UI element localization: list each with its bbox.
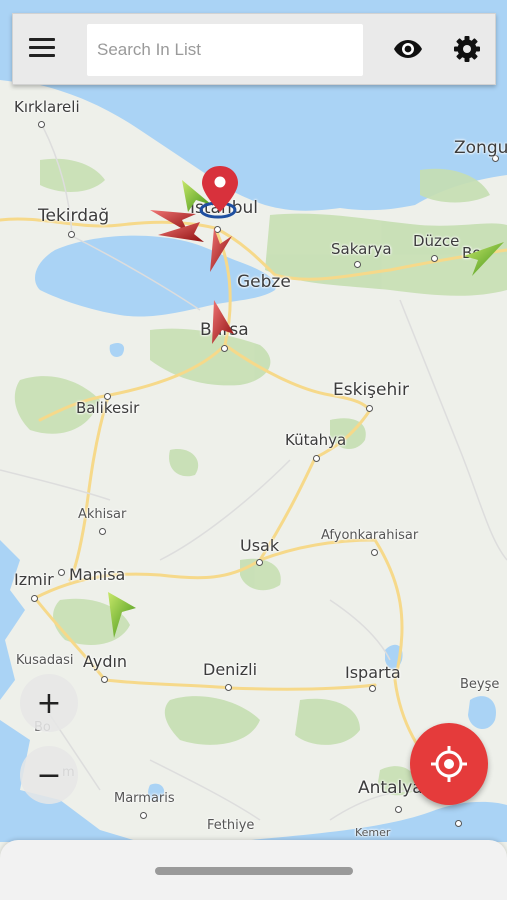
zoom-in-button[interactable]: + — [20, 674, 78, 732]
city-label-kusadasi: Kusadasi — [16, 653, 74, 668]
hamburger-menu-icon[interactable] — [29, 38, 55, 60]
city-dot — [58, 569, 65, 576]
city-label-fethiye: Fethiye — [207, 818, 255, 833]
city-dot — [99, 528, 106, 535]
city-label-izmir: Izmir — [14, 570, 54, 589]
city-dot — [225, 684, 232, 691]
city-label-kirklareli: Kırklareli — [14, 98, 80, 116]
city-label-balikesir: Balikesir — [76, 399, 140, 417]
gear-icon[interactable] — [453, 35, 481, 63]
city-dot — [256, 559, 263, 566]
city-dot — [140, 812, 147, 819]
city-label-manisa: Manisa — [69, 565, 126, 584]
zoom-out-button[interactable]: − — [20, 746, 78, 804]
city-label-aydin: Aydın — [83, 652, 128, 671]
plus-icon: + — [36, 685, 62, 721]
city-label-akhisar: Akhisar — [78, 507, 127, 522]
city-label-duzce: Düzce — [413, 232, 460, 250]
my-location-button[interactable] — [410, 723, 488, 805]
city-dot — [366, 405, 373, 412]
city-dot — [101, 676, 108, 683]
bottom-sheet[interactable] — [0, 840, 507, 900]
city-dot — [354, 261, 361, 268]
city-label-kutahya: Kütahya — [285, 431, 347, 449]
city-label-kemer: Kemer — [355, 826, 391, 839]
city-dot — [313, 455, 320, 462]
city-label-beysehir: Beyşe — [460, 677, 500, 692]
city-label-tekirdag: Tekirdağ — [38, 206, 110, 226]
city-label-afyonkarahisar: Afyonkarahisar — [321, 528, 419, 543]
city-dot — [395, 806, 402, 813]
city-dot — [31, 595, 38, 602]
minus-icon: − — [36, 757, 62, 793]
city-label-isparta: Isparta — [345, 663, 401, 682]
city-dot — [369, 685, 376, 692]
city-label-sakarya: Sakarya — [331, 240, 392, 258]
city-label-zonguldak: Zongul — [454, 138, 507, 158]
city-label-denizli: Denizli — [203, 660, 258, 679]
top-toolbar — [12, 13, 496, 85]
city-dot — [371, 549, 378, 556]
eye-icon[interactable] — [393, 37, 423, 61]
city-dot — [68, 231, 75, 238]
crosshair-icon — [431, 746, 467, 782]
city-label-marmaris: Marmaris — [114, 791, 175, 806]
city-label-usak: Usak — [240, 536, 280, 555]
drag-handle[interactable] — [155, 867, 353, 875]
city-dot — [455, 820, 462, 827]
city-label-gebze: Gebze — [237, 272, 291, 292]
city-dot — [221, 345, 228, 352]
city-dot — [431, 255, 438, 262]
city-dot — [38, 121, 45, 128]
search-input[interactable] — [87, 24, 363, 76]
city-label-eskisehir: Eskişehir — [333, 380, 409, 400]
